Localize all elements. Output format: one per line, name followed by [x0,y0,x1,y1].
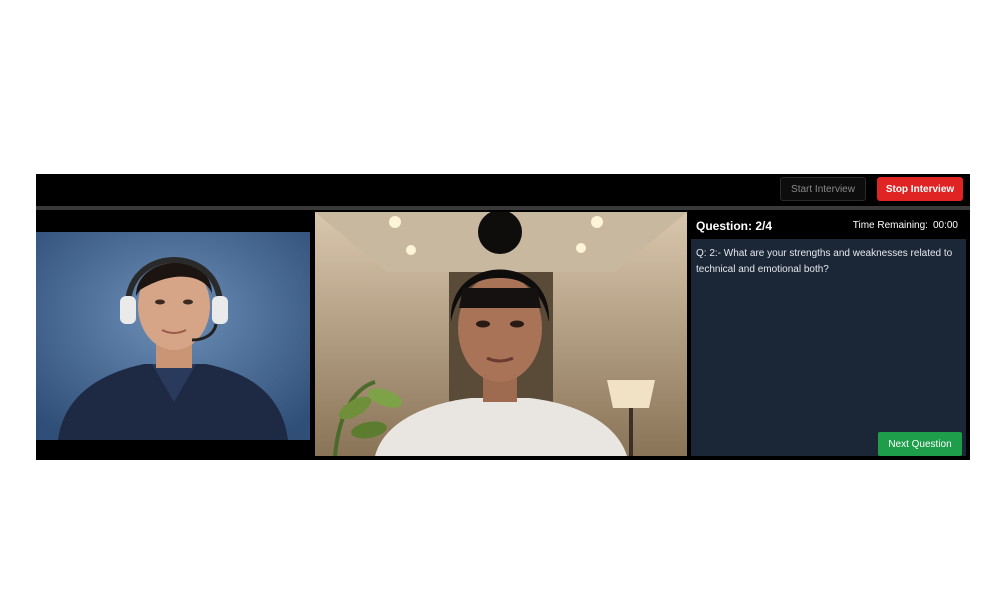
stop-interview-button[interactable]: Stop Interview [877,177,963,201]
top-toolbar: Start Interview Stop Interview [36,174,970,206]
candidate-video-panel [315,212,687,456]
next-question-button[interactable]: Next Question [878,432,962,456]
interviewer-video-feed [36,232,310,440]
interview-app: Start Interview Stop Interview Question:… [36,174,970,460]
question-header: Question: 2/4 Time Remaining: 00:00 [691,212,966,239]
interviewer-video-panel [36,212,310,458]
time-remaining-value: 00:00 [932,220,958,231]
candidate-video-feed [315,212,687,456]
start-interview-button[interactable]: Start Interview [780,177,866,201]
question-panel: Question: 2/4 Time Remaining: 00:00 Q: 2:… [691,212,966,456]
time-remaining: Time Remaining: 00:00 [853,220,958,231]
question-text: Q: 2:- What are your strengths and weakn… [696,248,953,275]
time-remaining-label: Time Remaining: [852,220,928,231]
question-counter: Question: 2/4 [696,219,773,233]
toolbar-divider [36,206,970,210]
